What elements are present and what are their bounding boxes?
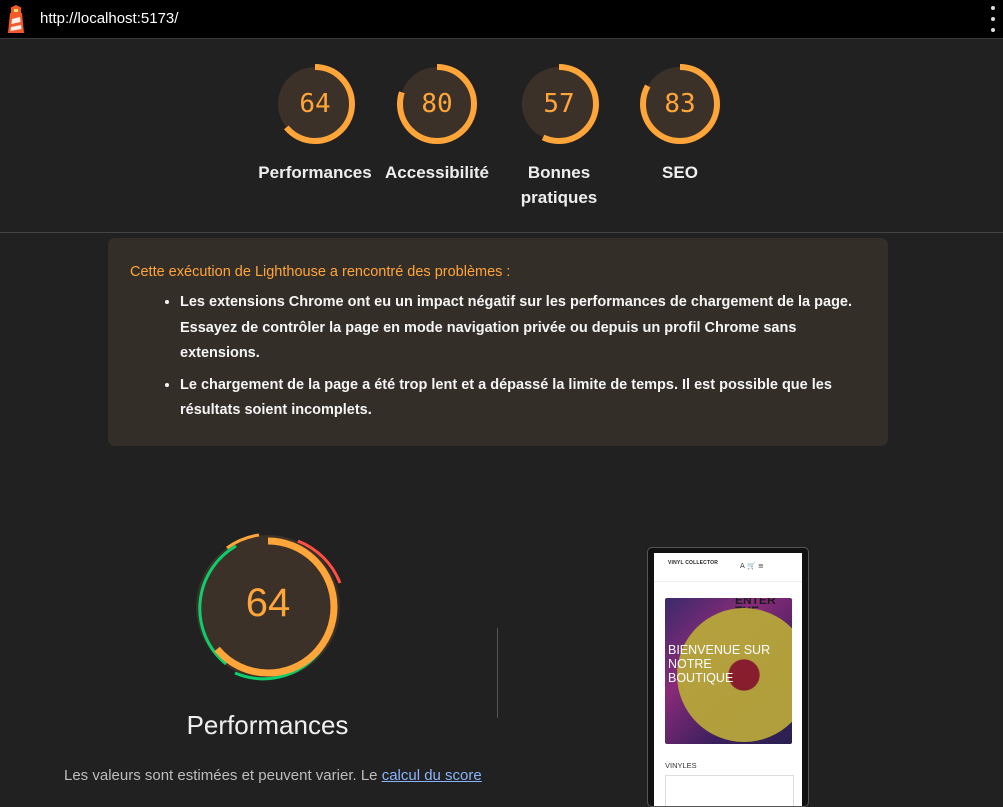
preview-logo: VINYL COLLECTOR (668, 560, 719, 566)
preview-product-card (665, 775, 794, 806)
preview-section-label: VINYLES (665, 761, 697, 770)
description-text: Les valeurs sont estimées et peuvent var… (64, 767, 382, 784)
score-best-practices[interactable]: 57 Bonnes pratiques (499, 62, 619, 210)
performance-description: Les valeurs sont estimées et peuvent var… (64, 762, 494, 790)
warning-list: Les extensions Chrome ont eu un impact n… (130, 290, 866, 424)
performance-score-value: 64 (245, 581, 291, 625)
score-calculation-link[interactable]: calcul du score (382, 767, 482, 784)
warning-item: Les extensions Chrome ont eu un impact n… (180, 290, 866, 367)
top-bar: http://localhost:5173/ (0, 0, 1003, 39)
preview-header: VINYL COLLECTOR A 🛒 ≡ (654, 553, 802, 582)
screenshot-page: VINYL COLLECTOR A 🛒 ≡ ENTER THE BIENVENU… (654, 553, 802, 806)
url-text[interactable]: http://localhost:5173/ (40, 10, 178, 27)
score-accessibility[interactable]: 80 Accessibilité (377, 62, 497, 185)
performance-title: Performances (186, 710, 349, 740)
score-label: Accessibilité (385, 163, 489, 182)
performance-gauge: 64 (189, 528, 347, 686)
lighthouse-logo-icon (8, 5, 24, 33)
warning-heading: Cette exécution de Lighthouse a rencontr… (130, 264, 511, 280)
warning-item: Le chargement de la page a été trop lent… (180, 373, 866, 424)
score-value: 64 (299, 89, 331, 119)
score-gauge: 64 (273, 62, 357, 146)
score-gauge: 83 (638, 62, 722, 146)
score-label: SEO (662, 163, 698, 182)
score-label: Performances (258, 163, 372, 182)
preview-header-icons: A 🛒 ≡ (740, 562, 764, 570)
score-gauge: 57 (517, 62, 601, 146)
score-seo[interactable]: 83 SEO (620, 62, 740, 185)
score-value: 57 (543, 89, 575, 119)
category-scores: 64 Performances 80 Accessibilité 57 Bonn… (0, 62, 1003, 222)
score-performance[interactable]: 64 Performances (255, 62, 375, 185)
runtime-warnings: Cette exécution de Lighthouse a rencontr… (108, 238, 888, 446)
score-label: Bonnes pratiques (520, 163, 598, 207)
final-screenshot[interactable]: VINYL COLLECTOR A 🛒 ≡ ENTER THE BIENVENU… (647, 547, 809, 807)
score-gauge: 80 (395, 62, 479, 146)
vertical-divider (497, 628, 498, 718)
score-value: 83 (664, 89, 696, 119)
divider (0, 232, 1003, 233)
score-value: 80 (421, 89, 453, 119)
more-options-icon[interactable] (989, 6, 997, 32)
preview-hero-image: ENTER THE BIENVENUE SUR NOTRE BOUTIQUE (665, 598, 792, 744)
preview-hero-text: BIENVENUE SUR NOTRE BOUTIQUE (668, 643, 771, 685)
